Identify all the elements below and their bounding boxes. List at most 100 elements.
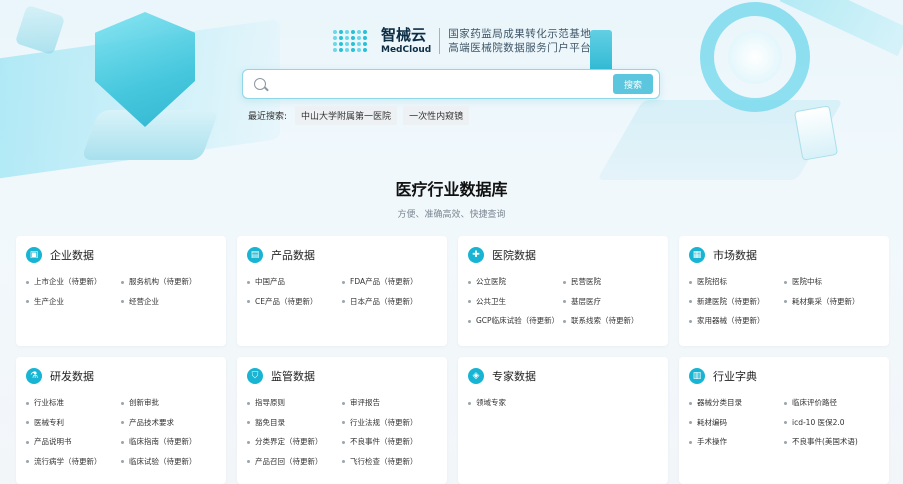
card-title: 企业数据 <box>50 249 94 262</box>
card-item-list: 行业标准 创新审批 医械专利 产品技术要求 产品说明书 临床指南（待更新） 流行病学（待更新… <box>16 387 226 471</box>
recent-search-tag[interactable]: 中山大学附属第一医院 <box>295 106 398 125</box>
card-link[interactable]: 联系线索（待更新） <box>563 311 658 331</box>
product-icon: ▤ <box>247 247 263 263</box>
card-link[interactable]: 临床指南（待更新） <box>121 432 216 452</box>
card-link[interactable]: FDA产品（待更新） <box>342 272 437 292</box>
brand-header: 智械云 MedCloud 国家药监局成果转化示范基地 高端医械院数据服务门户平台 <box>333 26 591 56</box>
card-link[interactable]: 上市企业（待更新） <box>26 272 121 292</box>
card-header: ▣ 企业数据 <box>16 236 226 266</box>
card-link[interactable]: 临床试验（待更新） <box>121 452 216 472</box>
card-item-list: 上市企业（待更新） 服务机构（待更新） 生产企业 经营企业 <box>16 266 226 311</box>
shield-illustration <box>95 12 195 127</box>
card-expert-data: ◈ 专家数据领域专家 <box>458 357 668 484</box>
background-ribbon <box>0 18 280 182</box>
hospital-icon: ✚ <box>468 247 484 263</box>
card-item-list: 公立医院 民营医院 公共卫生 基层医疗 GCP临床试验（待更新） 联系线索（待更新） <box>458 266 668 331</box>
card-link[interactable]: 家用器械（待更新） <box>689 311 784 331</box>
recent-searches: 最近搜索: 中山大学附属第一医院 一次性内窥镜 <box>248 106 475 125</box>
shield-icon: ⛉ <box>247 368 263 384</box>
card-header: ⚗ 研发数据 <box>16 357 226 387</box>
card-link[interactable]: 产品召回（待更新） <box>247 452 342 472</box>
ring-center-illustration <box>728 30 782 84</box>
card-item-list: 医院招标 医院中标 新建医院（待更新） 耗材集采（待更新） 家用器械（待更新） <box>679 266 889 331</box>
card-market-data: ▦ 市场数据医院招标 医院中标 新建医院（待更新） 耗材集采（待更新） 家用器械（待更新） <box>679 236 889 346</box>
search-icon <box>254 78 266 90</box>
card-link[interactable]: 日本产品（待更新） <box>342 292 437 312</box>
background-cube <box>14 4 66 56</box>
box-icon: ▣ <box>26 247 42 263</box>
card-product-data: ▤ 产品数据中国产品 FDA产品（待更新） CE产品（待更新） 日本产品（待更新） <box>237 236 447 346</box>
card-link[interactable]: icd-10 医保2.0 <box>784 413 879 433</box>
card-link[interactable]: 飞行检查（待更新） <box>342 452 437 472</box>
page-title: 医疗行业数据库 <box>395 180 508 199</box>
card-link[interactable]: GCP临床试验（待更新） <box>468 311 563 331</box>
ring-illustration <box>700 2 810 112</box>
card-link[interactable]: 豁免目录 <box>247 413 342 433</box>
card-link[interactable]: 产品说明书 <box>26 432 121 452</box>
card-link[interactable]: 行业法规（待更新） <box>342 413 437 433</box>
page-subtitle: 方便、准确高效、快捷查询 <box>397 210 506 220</box>
card-link[interactable]: 耗材集采（待更新） <box>784 292 879 312</box>
card-header: ⛉ 监管数据 <box>237 357 447 387</box>
card-link[interactable]: CE产品（待更新） <box>247 292 342 312</box>
card-header: ▤ 产品数据 <box>237 236 447 266</box>
card-research-data: ⚗ 研发数据行业标准 创新审批 医械专利 产品技术要求 产品说明书 临床指南（待更新） 流行病… <box>16 357 226 484</box>
card-link[interactable]: 产品技术要求 <box>121 413 216 433</box>
search-bar: 搜索 <box>242 69 660 99</box>
card-link[interactable]: 审评报告 <box>342 393 437 413</box>
card-regulatory-data: ⛉ 监管数据指导原则 审评报告 豁免目录 行业法规（待更新） 分类界定（待更新） 不良事件（… <box>237 357 447 484</box>
card-link[interactable]: 领域专家 <box>468 393 563 413</box>
card-link[interactable]: 服务机构（待更新） <box>121 272 216 292</box>
brand-divider <box>439 28 441 54</box>
card-title: 研发数据 <box>50 370 94 383</box>
card-link[interactable]: 经营企业 <box>121 292 216 312</box>
card-link[interactable]: 医院招标 <box>689 272 784 292</box>
card-enterprise-data: ▣ 企业数据上市企业（待更新） 服务机构（待更新） 生产企业 经营企业 <box>16 236 226 346</box>
card-title: 医院数据 <box>492 249 536 262</box>
card-header: ▦ 市场数据 <box>679 236 889 266</box>
expert-icon: ◈ <box>468 368 484 384</box>
card-link[interactable]: 手术操作 <box>689 432 784 452</box>
card-title: 市场数据 <box>713 249 757 262</box>
recent-search-tag[interactable]: 一次性内窥镜 <box>403 106 470 125</box>
background-ribbon-right <box>779 0 903 57</box>
card-link[interactable]: 公立医院 <box>468 272 563 292</box>
card-link[interactable]: 新建医院（待更新） <box>689 292 784 312</box>
card-link[interactable]: 中国产品 <box>247 272 342 292</box>
card-link[interactable]: 器械分类目录 <box>689 393 784 413</box>
dictionary-icon: ▥ <box>689 368 705 384</box>
card-link[interactable]: 分类界定（待更新） <box>247 432 342 452</box>
card-link[interactable]: 不良事件（待更新） <box>342 432 437 452</box>
logo-icon <box>333 27 375 55</box>
market-icon: ▦ <box>689 247 705 263</box>
card-item-list: 指导原则 审评报告 豁免目录 行业法规（待更新） 分类界定（待更新） 不良事件（待更新）产… <box>237 387 447 471</box>
card-header: ◈ 专家数据 <box>458 357 668 387</box>
card-link[interactable]: 生产企业 <box>26 292 121 312</box>
research-icon: ⚗ <box>26 368 42 384</box>
brand-name-cn: 智械云 <box>381 26 427 44</box>
card-link[interactable]: 不良事件(美国术语) <box>784 432 879 452</box>
document-illustration <box>793 105 839 161</box>
card-title: 产品数据 <box>271 249 315 262</box>
card-link[interactable]: 公共卫生 <box>468 292 563 312</box>
card-link[interactable]: 耗材编码 <box>689 413 784 433</box>
card-link[interactable]: 医院中标 <box>784 272 879 292</box>
card-link[interactable]: 指导原则 <box>247 393 342 413</box>
card-link[interactable]: 基层医疗 <box>563 292 658 312</box>
background-platform-right <box>596 100 844 180</box>
card-link[interactable]: 行业标准 <box>26 393 121 413</box>
card-link[interactable]: 临床评价路径 <box>784 393 879 413</box>
card-hospital-data: ✚ 医院数据公立医院 民营医院 公共卫生 基层医疗 GCP临床试验（待更新） 联系线索（待更… <box>458 236 668 346</box>
brand-slogan: 国家药监局成果转化示范基地 高端医械院数据服务门户平台 <box>448 27 591 55</box>
card-title: 专家数据 <box>492 370 536 383</box>
search-button[interactable]: 搜索 <box>613 74 653 94</box>
card-link[interactable]: 医械专利 <box>26 413 121 433</box>
background-platform <box>80 110 220 160</box>
card-link[interactable]: 民营医院 <box>563 272 658 292</box>
card-header: ✚ 医院数据 <box>458 236 668 266</box>
card-link[interactable]: 创新审批 <box>121 393 216 413</box>
search-input[interactable] <box>273 74 573 94</box>
card-title: 行业字典 <box>713 370 757 383</box>
card-link[interactable]: 流行病学（待更新） <box>26 452 121 472</box>
card-title: 监管数据 <box>271 370 315 383</box>
